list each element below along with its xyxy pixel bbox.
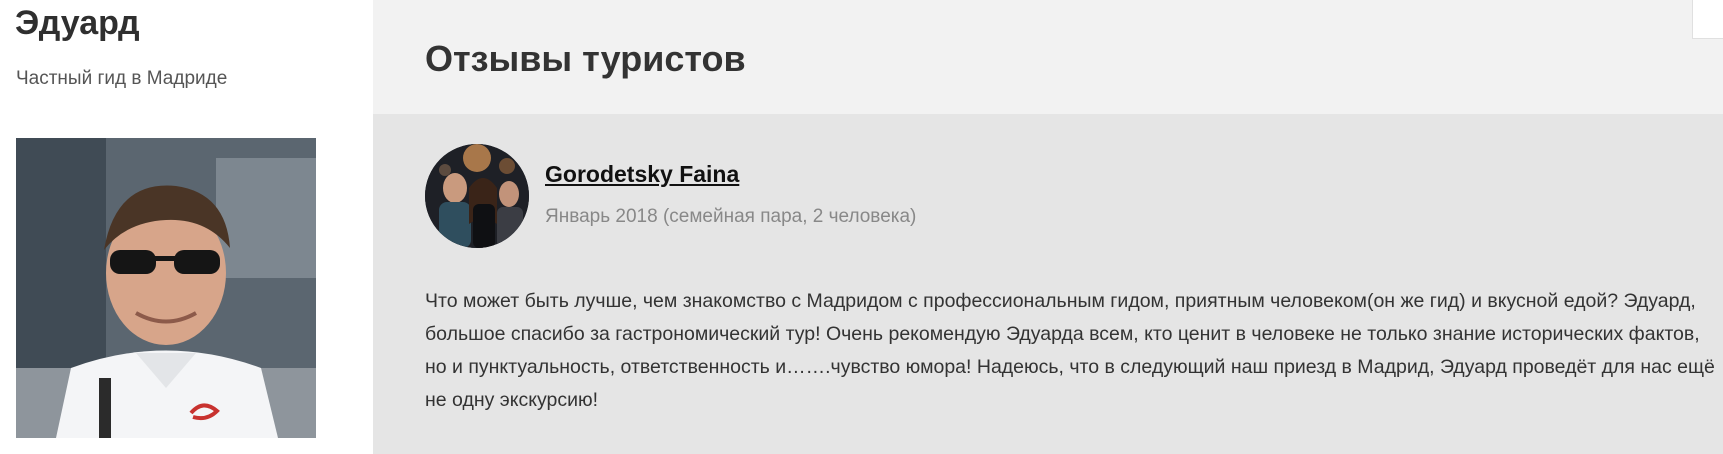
review-meta: Январь 2018 (семейная пара, 2 человека) — [545, 206, 917, 227]
reviews-header: Отзывы туристов — [373, 0, 1723, 114]
reviewer-name-link[interactable]: Gorodetsky Faina — [545, 161, 739, 188]
guide-name: Эдуард — [15, 4, 140, 42]
guide-subtitle: Частный гид в Мадриде — [16, 68, 228, 89]
reviews-title: Отзывы туристов — [425, 38, 746, 79]
reviews-panel: Отзывы туристов Gorodetsky Faina Январь … — [373, 0, 1723, 454]
guide-photo — [16, 138, 316, 438]
review-card: Gorodetsky Faina Январь 2018 (семейная п… — [373, 114, 1723, 454]
reviewer-avatar — [425, 144, 529, 248]
guide-photo-illustration — [16, 138, 316, 438]
reviewer-avatar-photo — [425, 144, 529, 248]
review-text: Что может быть лучше, чем знакомство с М… — [425, 290, 1715, 411]
guide-sidebar: Эдуард Частный гид в Мадриде — [0, 0, 373, 454]
corner-widget[interactable] — [1692, 0, 1723, 39]
